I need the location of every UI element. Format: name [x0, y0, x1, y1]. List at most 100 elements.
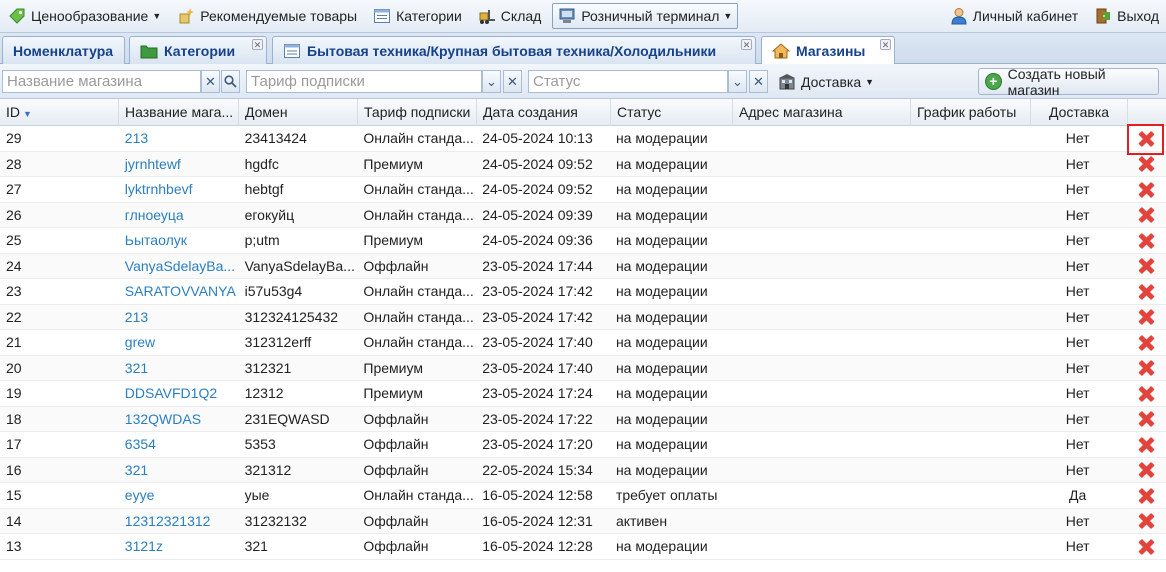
table-row[interactable]: 22 213 312324125432 Онлайн станда... 23-05-2… — [0, 304, 1166, 330]
table-row[interactable]: 15 eyye уые Онлайн станда... 16-05-2024 12:5… — [0, 483, 1166, 509]
delete-store-button[interactable] — [1126, 228, 1166, 253]
column-header-name[interactable]: Название мага... — [119, 99, 239, 126]
cell-address — [732, 458, 910, 483]
chevron-down-icon: ▼ — [723, 11, 733, 21]
cell-name-link[interactable]: DDSAVFD1Q2 — [119, 381, 239, 406]
categories-button[interactable]: Категории — [368, 3, 467, 29]
delete-store-button[interactable] — [1126, 432, 1166, 457]
cell-name-link[interactable]: 213 — [119, 305, 239, 330]
pricing-menu[interactable]: Ценообразование ▼ — [3, 3, 166, 29]
column-header-tariff[interactable]: Тариф подписки — [358, 99, 477, 126]
pos-terminal-menu[interactable]: Розничный терминал ▼ — [552, 3, 739, 29]
delete-store-button[interactable] — [1126, 305, 1166, 330]
create-store-button[interactable]: + Создать новый магазин — [978, 65, 1159, 98]
cell-name-link[interactable]: 321 — [119, 458, 239, 483]
delete-store-button[interactable] — [1126, 534, 1166, 559]
cell-name-link[interactable]: 6354 — [119, 432, 239, 457]
cell-date: 23-05-2024 17:40 — [482, 334, 593, 350]
table-row[interactable]: 26 глноеуца егокуйц Онлайн станда... 24-05-2… — [0, 202, 1166, 228]
column-header-delivery[interactable]: Доставка — [1031, 99, 1128, 126]
cell-name-link[interactable]: eyye — [119, 483, 239, 508]
chevron-down-icon[interactable]: ⌄ — [728, 70, 747, 93]
tab-fridges[interactable]: Бытовая техника/Крупная бытовая техника/… — [272, 36, 756, 64]
column-header-address[interactable]: Адрес магазина — [733, 99, 911, 126]
cell-name-link[interactable]: VanyaSdelayBa... — [119, 254, 239, 279]
delete-store-button[interactable] — [1126, 483, 1166, 508]
search-icon[interactable] — [221, 70, 240, 93]
table-row[interactable]: 21 grew 312312erff Онлайн станда... 23-05-20… — [0, 330, 1166, 356]
clear-icon[interactable]: ✕ — [749, 70, 768, 93]
cell-name-link[interactable]: Ьытаолук — [119, 228, 239, 253]
column-header-domain[interactable]: Домен — [239, 99, 358, 126]
cell-name-link[interactable]: 3121z — [119, 534, 239, 559]
column-header-date[interactable]: Дата создания — [477, 99, 611, 126]
column-header-schedule[interactable]: График работы — [911, 99, 1031, 126]
create-store-label: Создать новый магазин — [1007, 65, 1106, 98]
delete-store-button[interactable] — [1126, 458, 1166, 483]
store-name-search-input[interactable] — [2, 70, 201, 93]
logout-button[interactable]: Выход — [1089, 3, 1164, 29]
delete-store-button[interactable] — [1126, 330, 1166, 355]
cell-name-link[interactable]: grew — [119, 330, 239, 355]
close-icon[interactable]: ✕ — [252, 39, 263, 50]
cell-tariff: Премиум — [363, 232, 423, 248]
delete-store-button[interactable] — [1126, 203, 1166, 228]
delivery-filter-menu[interactable]: Доставка ▼ — [778, 70, 874, 93]
cell-name-link[interactable]: глноеуца — [119, 203, 239, 228]
delete-store-button[interactable] — [1126, 407, 1166, 432]
clear-icon[interactable]: ✕ — [201, 70, 220, 93]
table-row[interactable]: 16 321 321312 Оффлайн 22-05-2024 15:34 на мод… — [0, 457, 1166, 483]
close-icon[interactable]: ✕ — [880, 39, 891, 50]
table-row[interactable]: 18 132QWDAS 231EQWASD Оффлайн 23-05-2024 17:… — [0, 406, 1166, 432]
table-row[interactable]: 19 DDSAVFD1Q2 12312 Премиум 23-05-2024 17:24… — [0, 381, 1166, 407]
cell-address — [732, 152, 910, 177]
cell-schedule — [909, 305, 1029, 330]
delete-store-button[interactable] — [1126, 279, 1166, 304]
cell-status: на модерации — [615, 181, 708, 197]
cell-tariff: Оффлайн — [363, 257, 429, 274]
table-row[interactable]: 25 Ьытаолук p;utm Премиум 24-05-2024 09:36 на… — [0, 228, 1166, 254]
delete-store-button[interactable] — [1126, 509, 1166, 534]
table-row[interactable]: 14 12312321312 31232132 Оффлайн 16-05-2024 1… — [0, 508, 1166, 534]
cell-name-link[interactable]: 321 — [119, 356, 239, 381]
delete-store-button[interactable] — [1126, 356, 1166, 381]
delete-store-button[interactable] — [1126, 152, 1166, 177]
cell-name-link[interactable]: 213 — [119, 126, 239, 151]
table-row[interactable]: 27 lyktrnhbevf hebtgf Онлайн станда... 24-05… — [0, 177, 1166, 203]
sparkle-products-icon — [177, 7, 195, 25]
column-header-id[interactable]: ID ▼ — [0, 99, 119, 126]
chevron-down-icon[interactable]: ⌄ — [482, 70, 501, 93]
table-row[interactable]: 17 6354 5353 Оффлайн 23-05-2024 17:20 на моде… — [0, 432, 1166, 458]
table-row[interactable]: 29 213 23413424 Онлайн станда... 24-05-2024 … — [0, 126, 1166, 152]
cell-address — [732, 356, 910, 381]
clear-icon[interactable]: ✕ — [503, 70, 522, 93]
cell-name-link[interactable]: lyktrnhbevf — [119, 177, 239, 202]
delete-store-button[interactable] — [1126, 177, 1166, 202]
cell-address — [732, 279, 910, 304]
warehouse-button[interactable]: Склад — [473, 3, 547, 29]
table-row[interactable]: 13 3121z 321 Оффлайн 16-05-2024 12:28 на моде… — [0, 534, 1166, 560]
tab-categories[interactable]: Категории ✕ — [129, 36, 267, 64]
cell-name-link[interactable]: jyrnhtewf — [119, 152, 239, 177]
cell-date: 24-05-2024 09:52 — [482, 181, 593, 197]
recommended-products-button[interactable]: Рекомендуемые товары — [172, 3, 362, 29]
delete-store-button[interactable] — [1126, 381, 1166, 406]
tab-stores[interactable]: Магазины ✕ — [761, 36, 895, 65]
account-button[interactable]: Личный кабинет — [945, 3, 1083, 29]
status-select[interactable] — [528, 70, 728, 93]
cell-name-link[interactable]: 12312321312 — [119, 509, 239, 534]
tab-label: Магазины — [796, 43, 866, 59]
cell-domain: 231EQWASD — [244, 410, 330, 427]
delete-store-button[interactable] — [1126, 254, 1166, 279]
table-row[interactable]: 24 VanyaSdelayBa... VanyaSdelayBa... Оффлай… — [0, 253, 1166, 279]
column-header-status[interactable]: Статус — [611, 99, 733, 126]
cell-status: на модерации — [615, 130, 708, 146]
close-icon[interactable]: ✕ — [741, 39, 752, 50]
table-row[interactable]: 28 jyrnhtewf hgdfc Премиум 24-05-2024 09:52 н… — [0, 151, 1166, 177]
cell-name-link[interactable]: 132QWDAS — [119, 407, 239, 432]
table-row[interactable]: 20 321 312321 Премиум 23-05-2024 17:40 на мод… — [0, 355, 1166, 381]
tariff-select[interactable] — [246, 70, 482, 93]
cell-name-link[interactable]: SARATOVVANYA — [119, 279, 239, 304]
tab-nomenclature[interactable]: Номенклатура — [2, 36, 125, 64]
table-row[interactable]: 23 SARATOVVANYA i57u53g4 Онлайн станда... 23… — [0, 279, 1166, 305]
